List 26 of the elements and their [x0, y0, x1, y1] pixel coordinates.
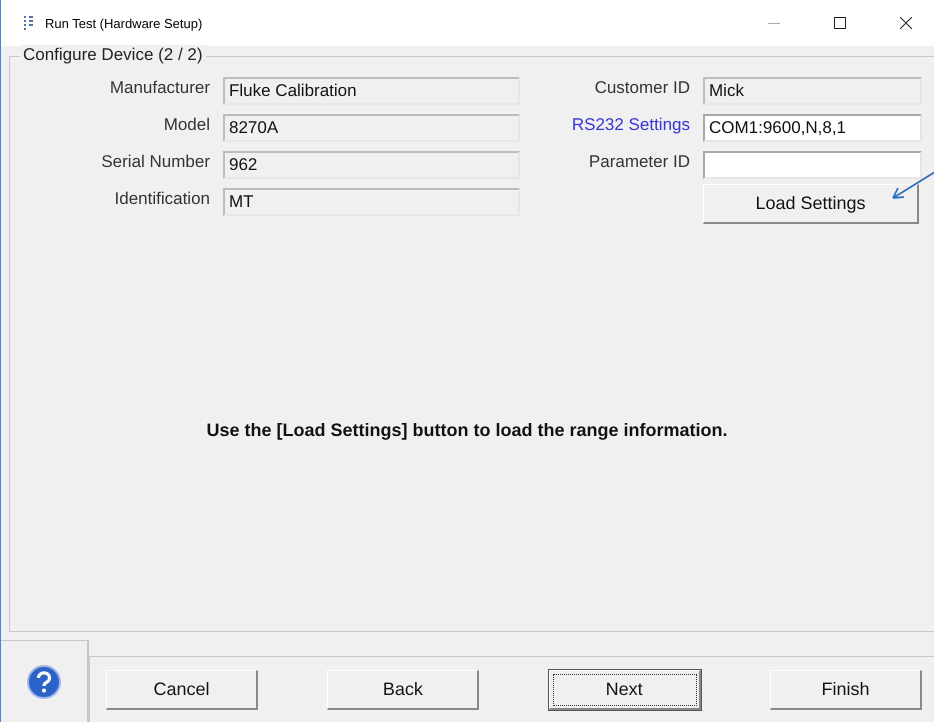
instruction-text: Use the [Load Settings] button to load the range information. [206, 420, 728, 441]
dialog-button[interactable]: Back [327, 670, 480, 710]
field-label: Manufacturer [108, 77, 210, 99]
field-label: Serial Number [100, 151, 210, 173]
input-field[interactable]: COM1:9600,N,8,1 [703, 114, 922, 142]
window-title: Run Test (Hardware Setup) [45, 16, 204, 30]
maximize-icon [834, 17, 846, 29]
app-icon [23, 15, 35, 31]
input-field[interactable] [703, 151, 922, 179]
field-label: Model [162, 114, 210, 136]
close-icon [900, 17, 912, 29]
help-icon[interactable] [26, 664, 62, 700]
input-field[interactable]: 962 [223, 151, 520, 179]
field-label: Identification [114, 188, 210, 210]
field-label: Customer ID [594, 77, 690, 99]
group-title: Configure Device (2 / 2) [20, 45, 206, 65]
minimize-icon [768, 22, 780, 24]
input-field[interactable]: Mick [703, 77, 922, 105]
input-field[interactable]: 8270A [223, 114, 520, 142]
dialog-button[interactable]: Finish [770, 670, 922, 710]
input-field[interactable]: Fluke Calibration [223, 77, 520, 105]
field-label: Parameter ID [588, 151, 690, 173]
input-field[interactable]: MT [223, 188, 520, 216]
load-settings-button[interactable]: Load Settings [703, 184, 919, 224]
dialog-button[interactable]: Cancel [106, 670, 258, 710]
dialog-button[interactable]: Next [548, 670, 701, 710]
